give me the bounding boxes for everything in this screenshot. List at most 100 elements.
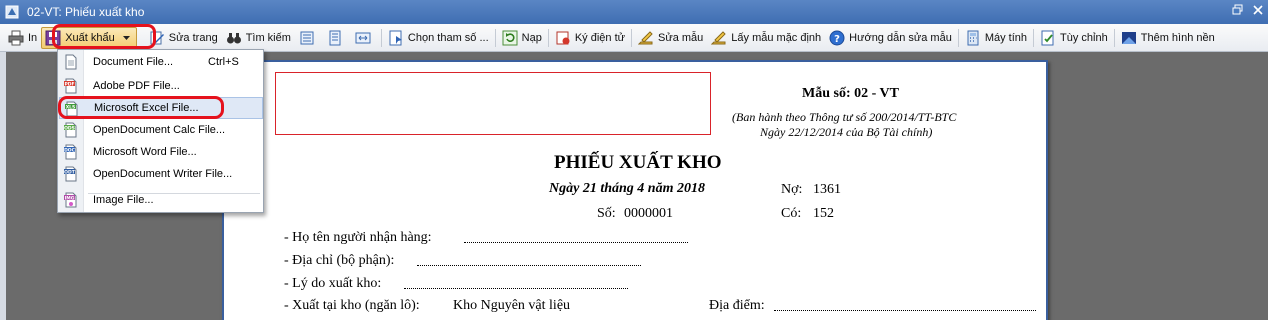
- address-dotted-line: [417, 265, 641, 266]
- debit-label: Nợ:: [781, 182, 803, 197]
- search-button[interactable]: Tìm kiếm: [222, 27, 295, 49]
- svg-text:PDF: PDF: [64, 81, 74, 87]
- menu-item-word-file[interactable]: DOC Microsoft Word File...: [59, 141, 263, 163]
- menu-item-excel-file[interactable]: XLS Microsoft Excel File...: [59, 97, 263, 119]
- fit-page-icon: [355, 30, 371, 46]
- choose-params-label: Chọn tham số ...: [407, 31, 489, 44]
- guide-label: Hướng dẫn sửa mẫu: [849, 31, 952, 44]
- menu-item-image-file[interactable]: IMG Image File...: [59, 189, 263, 211]
- document-page: Mẫu số: 02 - VT (Ban hành theo Thông tư …: [222, 60, 1048, 320]
- menu-item-pdf-file[interactable]: PDF Adobe PDF File...: [59, 75, 263, 97]
- reason-dotted-line: [404, 288, 628, 289]
- title-bar: 02-VT: Phiếu xuất kho: [0, 0, 1268, 24]
- page-view-icon: [299, 30, 315, 46]
- toolbar-separator: [1033, 28, 1035, 47]
- menu-item-odt-file[interactable]: ODT OpenDocument Writer File...: [59, 163, 263, 185]
- menu-item-label: Adobe PDF File...: [93, 80, 180, 92]
- toolbar-separator: [380, 28, 382, 47]
- warehouse-value: Kho Nguyên vật liệu: [453, 298, 571, 313]
- print-button[interactable]: In: [4, 27, 41, 49]
- receiver-dotted-line: [464, 242, 688, 243]
- document-title: PHIẾU XUẤT KHO: [554, 152, 722, 173]
- view-mode-1-button[interactable]: [295, 27, 323, 49]
- xls-icon: XLS: [64, 101, 80, 117]
- menu-item-label: Microsoft Excel File...: [94, 102, 199, 114]
- location-label: Địa điểm:: [709, 298, 765, 313]
- svg-text:XLS: XLS: [66, 104, 76, 110]
- calculator-label: Máy tính: [984, 31, 1028, 44]
- window-title: 02-VT: Phiếu xuất kho: [27, 5, 145, 19]
- reload-button[interactable]: Nạp: [498, 27, 546, 49]
- menu-item-label: Image File...: [93, 194, 154, 206]
- receiver-label: - Họ tên người nhận hàng:: [284, 230, 432, 245]
- printer-icon: [8, 30, 24, 46]
- ruler-pencil-icon: [711, 30, 727, 46]
- calculator-button[interactable]: Máy tính: [961, 27, 1031, 49]
- customize-button[interactable]: Tùy chỉnh: [1036, 27, 1112, 49]
- restore-icon[interactable]: [1232, 4, 1244, 16]
- toolbar-separator: [494, 28, 496, 47]
- issued-by-line-2: Ngày 22/12/2014 của Bộ Tài chính): [760, 125, 933, 139]
- export-button[interactable]: Xuất khẩu: [41, 26, 137, 49]
- guide-button[interactable]: ? Hướng dẫn sửa mẫu: [825, 27, 956, 49]
- background-button[interactable]: Thêm hình nền: [1117, 27, 1219, 49]
- toolbar-separator: [631, 28, 632, 47]
- choose-params-button[interactable]: Chọn tham số ...: [384, 27, 493, 49]
- doc-icon: DOC: [63, 144, 79, 160]
- edit-page-label: Sửa trang: [168, 31, 218, 44]
- document-number-label: Số:: [597, 206, 616, 221]
- save-icon: [45, 30, 61, 46]
- customize-label: Tùy chỉnh: [1060, 31, 1108, 44]
- background-icon: [1121, 30, 1137, 46]
- ods-icon: ODS: [63, 122, 79, 138]
- toolbar-separator: [1113, 28, 1115, 47]
- toolbar-separator: [957, 28, 959, 47]
- search-label: Tìm kiếm: [245, 31, 291, 44]
- document-number: 0000001: [624, 206, 673, 221]
- menu-item-document-file[interactable]: Document File... Ctrl+S: [59, 51, 263, 73]
- default-template-label: Lấy mẫu mặc định: [731, 31, 822, 44]
- left-panel-edge: [0, 52, 6, 320]
- toolbar: In Xuất khẩu Sửa trang Tìm kiếm Chọn tha…: [0, 24, 1268, 52]
- background-label: Thêm hình nền: [1140, 31, 1215, 44]
- close-icon[interactable]: [1252, 4, 1264, 16]
- company-info-box: [275, 72, 711, 135]
- credit-label: Có:: [781, 206, 802, 221]
- chevron-down-icon: [122, 32, 130, 44]
- menu-item-label: Microsoft Word File...: [93, 146, 197, 158]
- view-mode-2-button[interactable]: [323, 27, 351, 49]
- binoculars-icon: [226, 30, 242, 46]
- svg-text:?: ?: [834, 34, 840, 45]
- toolbar-separator: [547, 28, 549, 47]
- e-sign-button[interactable]: Ký điện tử: [551, 27, 629, 49]
- menu-item-shortcut: Ctrl+S: [208, 56, 239, 68]
- menu-item-label: OpenDocument Writer File...: [93, 168, 233, 180]
- reload-icon: [502, 30, 518, 46]
- edit-template-label: Sửa mẫu: [658, 31, 704, 44]
- edit-page-icon: [149, 30, 165, 46]
- export-menu: Document File... Ctrl+S PDF Adobe PDF Fi…: [57, 49, 264, 213]
- app-icon: [5, 5, 19, 19]
- help-icon: ?: [829, 30, 845, 46]
- svg-text:ODS: ODS: [64, 125, 75, 131]
- document-date: Ngày 21 tháng 4 năm 2018: [549, 181, 705, 196]
- form-code: Mẫu số: 02 - VT: [802, 86, 899, 101]
- default-template-button[interactable]: Lấy mẫu mặc định: [707, 27, 825, 49]
- svg-text:ODT: ODT: [64, 169, 76, 175]
- print-label: In: [28, 31, 38, 44]
- menu-item-ods-file[interactable]: ODS OpenDocument Calc File...: [59, 119, 263, 141]
- menu-item-label: OpenDocument Calc File...: [93, 124, 226, 136]
- edit-page-button[interactable]: Sửa trang: [145, 27, 222, 49]
- document-icon: [63, 54, 79, 70]
- export-label: Xuất khẩu: [65, 31, 115, 44]
- issued-by-line-1: (Ban hành theo Thông tư số 200/2014/TT-B…: [732, 110, 957, 124]
- ruler-pencil-icon: [638, 30, 654, 46]
- pdf-icon: PDF: [63, 78, 79, 94]
- image-icon: IMG: [63, 192, 79, 208]
- edit-template-button[interactable]: Sửa mẫu: [634, 27, 707, 49]
- signature-icon: [555, 30, 571, 46]
- debit-account: 1361: [813, 182, 841, 197]
- odt-icon: ODT: [63, 166, 79, 182]
- view-mode-3-button[interactable]: [351, 27, 379, 49]
- svg-text:IMG: IMG: [65, 195, 75, 201]
